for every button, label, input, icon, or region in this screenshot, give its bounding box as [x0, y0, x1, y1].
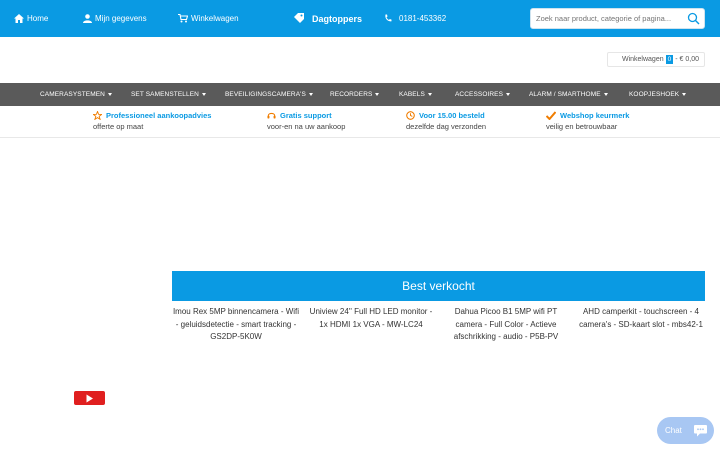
check-icon: [546, 111, 556, 120]
cart-total: - € 0,00: [675, 56, 699, 63]
nav-label: KABELS: [399, 91, 425, 98]
nav-label: CAMERASYSTEMEN: [40, 91, 105, 98]
usp-subtitle: veilig en betrouwbaar: [546, 122, 618, 131]
home-icon: [14, 14, 24, 23]
account-label: Mijn gegevens: [95, 14, 147, 23]
usp-title: Voor 15.00 besteld: [419, 111, 485, 120]
nav-kabels[interactable]: KABELS: [399, 83, 432, 106]
nav-label: RECORDERS: [330, 91, 373, 98]
top-bar: Home Mijn gegevens Winkelwagen Dagtopper…: [0, 0, 720, 37]
caret-down-icon: [506, 93, 511, 96]
play-icon: [86, 394, 93, 402]
caret-down-icon: [308, 93, 313, 96]
usp-subtitle: offerte op maat: [93, 122, 144, 131]
cart-link[interactable]: Winkelwagen: [178, 0, 239, 37]
caret-down-icon: [375, 93, 380, 96]
nav-recorders[interactable]: RECORDERS: [330, 83, 380, 106]
usp-subtitle: voor-en na uw aankoop: [267, 122, 346, 131]
cart-label: Winkelwagen: [191, 14, 239, 23]
caret-down-icon: [107, 93, 112, 96]
nav-set-samenstellen[interactable]: SET SAMENSTELLEN: [131, 83, 206, 106]
youtube-icon[interactable]: [74, 391, 105, 405]
search-box: [530, 8, 705, 29]
cart-count-badge: 0: [665, 55, 674, 64]
usp-bar: Professioneel aankoopadvies offerte op m…: [0, 106, 720, 138]
product-link[interactable]: Uniview 24'' Full HD LED monitor - 1x HD…: [307, 306, 435, 331]
usp-title: Professioneel aankoopadvies: [106, 111, 212, 120]
deals-link[interactable]: Dagtoppers: [294, 0, 362, 37]
nav-camerasystemen[interactable]: CAMERASYSTEMEN: [40, 83, 112, 106]
cart-icon: [178, 14, 188, 23]
headset-icon: [267, 112, 276, 119]
usp-title: Gratis support: [280, 111, 332, 120]
phone-link[interactable]: 0181-453362: [384, 0, 446, 37]
usp-support: Gratis support voor-en na uw aankoop: [267, 111, 345, 131]
nav-label: BEVEILIGINGSCAMERA'S: [225, 91, 306, 98]
nav-label: SET SAMENSTELLEN: [131, 91, 199, 98]
search-input[interactable]: [536, 9, 686, 28]
phone-icon: [385, 14, 392, 22]
nav-koopjeshoek[interactable]: KOOPJESHOEK: [629, 83, 687, 106]
caret-down-icon: [603, 93, 608, 96]
category-nav: CAMERASYSTEMEN SET SAMENSTELLEN BEVEILIG…: [0, 83, 720, 106]
product-link[interactable]: AHD camperkit - touchscreen - 4 camera's…: [577, 306, 705, 331]
tag-icon: [294, 13, 304, 23]
account-link[interactable]: Mijn gegevens: [83, 0, 147, 37]
nav-accessoires[interactable]: ACCESSOIRES: [455, 83, 511, 106]
chat-bubble-icon: [694, 425, 707, 437]
caret-down-icon: [201, 93, 206, 96]
deals-label: Dagtoppers: [312, 13, 363, 24]
home-link[interactable]: Home: [14, 0, 48, 37]
search-icon[interactable]: [687, 12, 700, 25]
chat-label: Chat: [665, 426, 682, 435]
phone-number: 0181-453362: [399, 14, 447, 23]
caret-down-icon: [427, 93, 432, 96]
usp-title: Webshop keurmerk: [560, 111, 630, 120]
usp-keurmerk: Webshop keurmerk veilig en betrouwbaar: [546, 111, 629, 131]
nav-label: ACCESSOIRES: [455, 91, 504, 98]
star-icon: [93, 111, 102, 120]
usp-subtitle: dezelfde dag verzonden: [406, 122, 487, 131]
nav-alarm-smarthome[interactable]: ALARM / SMARTHOME: [529, 83, 608, 106]
usp-advice: Professioneel aankoopadvies offerte op m…: [93, 111, 211, 131]
product-link[interactable]: Dahua Picoo B1 5MP wifi PT camera - Full…: [442, 306, 570, 344]
nav-beveiligingscameras[interactable]: BEVEILIGINGSCAMERA'S: [225, 83, 313, 106]
caret-down-icon: [682, 93, 687, 96]
bestsellers-header: Best verkocht: [172, 271, 705, 301]
clock-icon: [406, 111, 415, 120]
user-icon: [83, 14, 92, 23]
nav-label: ALARM / SMARTHOME: [529, 91, 601, 98]
chat-button[interactable]: Chat: [657, 417, 714, 444]
cart-summary-label: Winkelwagen: [621, 56, 664, 63]
usp-shipping: Voor 15.00 besteld dezelfde dag verzonde…: [406, 111, 486, 131]
nav-label: KOOPJESHOEK: [629, 91, 680, 98]
product-link[interactable]: Imou Rex 5MP binnencamera - Wifi - gelui…: [172, 306, 300, 344]
home-label: Home: [27, 14, 49, 23]
cart-summary[interactable]: Winkelwagen 0 - € 0,00: [607, 52, 705, 67]
